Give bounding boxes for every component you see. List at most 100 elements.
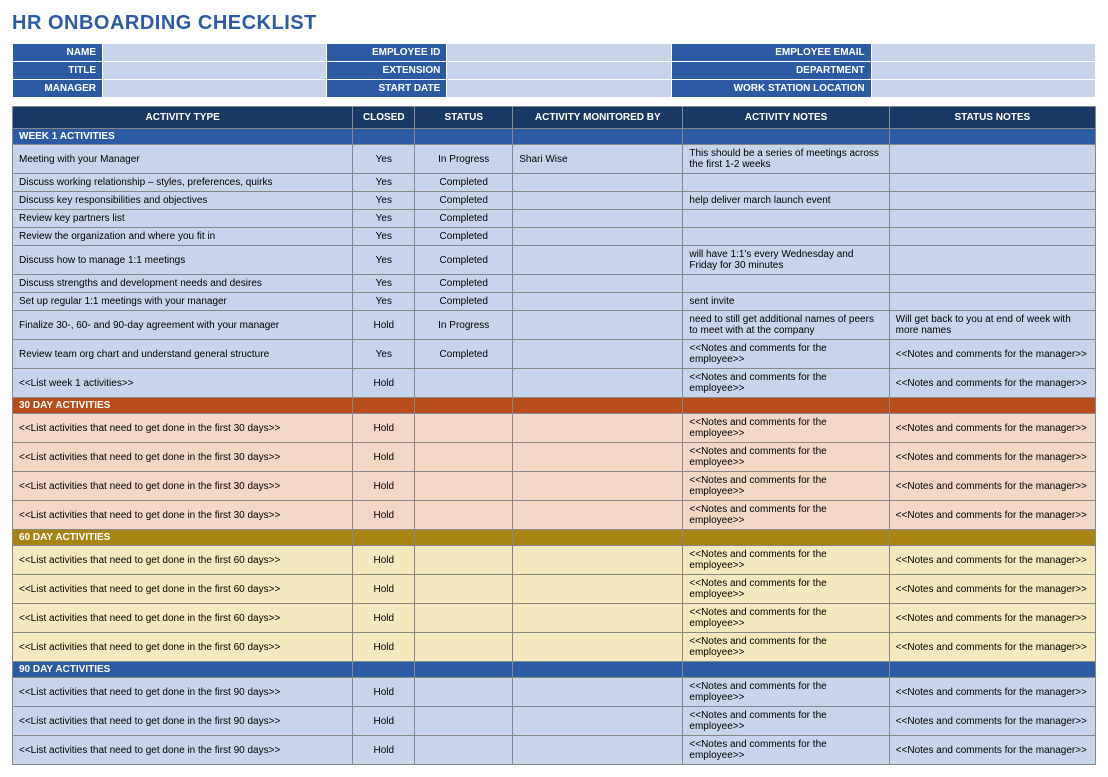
cell-status-notes[interactable]: [889, 210, 1095, 228]
cell-activity[interactable]: <<List activities that need to get done …: [13, 472, 353, 501]
cell-activity[interactable]: <<List activities that need to get done …: [13, 707, 353, 736]
cell-activity-notes[interactable]: <<Notes and comments for the employee>>: [683, 575, 889, 604]
cell-status-notes[interactable]: [889, 174, 1095, 192]
cell-activity-notes[interactable]: <<Notes and comments for the employee>>: [683, 546, 889, 575]
cell-activity[interactable]: <<List activities that need to get done …: [13, 546, 353, 575]
info-value[interactable]: [447, 80, 671, 98]
cell-closed[interactable]: Yes: [353, 192, 415, 210]
cell-status[interactable]: [415, 604, 513, 633]
cell-monitored[interactable]: [513, 174, 683, 192]
cell-status[interactable]: Completed: [415, 174, 513, 192]
cell-activity[interactable]: Review team org chart and understand gen…: [13, 340, 353, 369]
cell-closed[interactable]: Hold: [353, 575, 415, 604]
cell-closed[interactable]: Hold: [353, 678, 415, 707]
cell-monitored[interactable]: [513, 311, 683, 340]
cell-monitored[interactable]: Shari Wise: [513, 145, 683, 174]
cell-status[interactable]: Completed: [415, 275, 513, 293]
cell-closed[interactable]: Hold: [353, 546, 415, 575]
cell-monitored[interactable]: [513, 546, 683, 575]
cell-monitored[interactable]: [513, 707, 683, 736]
info-value[interactable]: [103, 62, 327, 80]
info-value[interactable]: [871, 44, 1095, 62]
cell-status[interactable]: [415, 546, 513, 575]
cell-monitored[interactable]: [513, 275, 683, 293]
cell-activity-notes[interactable]: <<Notes and comments for the employee>>: [683, 443, 889, 472]
cell-monitored[interactable]: [513, 340, 683, 369]
cell-closed[interactable]: Yes: [353, 210, 415, 228]
cell-status[interactable]: Completed: [415, 192, 513, 210]
info-value[interactable]: [103, 80, 327, 98]
cell-activity[interactable]: Finalize 30-, 60- and 90-day agreement w…: [13, 311, 353, 340]
cell-monitored[interactable]: [513, 678, 683, 707]
cell-monitored[interactable]: [513, 633, 683, 662]
cell-activity[interactable]: <<List week 1 activities>>: [13, 369, 353, 398]
cell-monitored[interactable]: [513, 369, 683, 398]
cell-activity[interactable]: Review key partners list: [13, 210, 353, 228]
cell-status-notes[interactable]: <<Notes and comments for the manager>>: [889, 678, 1095, 707]
cell-activity[interactable]: <<List activities that need to get done …: [13, 604, 353, 633]
cell-activity-notes[interactable]: <<Notes and comments for the employee>>: [683, 472, 889, 501]
cell-closed[interactable]: Yes: [353, 340, 415, 369]
cell-activity-notes[interactable]: need to still get additional names of pe…: [683, 311, 889, 340]
cell-activity-notes[interactable]: <<Notes and comments for the employee>>: [683, 604, 889, 633]
cell-closed[interactable]: Yes: [353, 228, 415, 246]
cell-closed[interactable]: Yes: [353, 174, 415, 192]
cell-status-notes[interactable]: <<Notes and comments for the manager>>: [889, 501, 1095, 530]
cell-status[interactable]: [415, 501, 513, 530]
cell-activity[interactable]: Discuss working relationship – styles, p…: [13, 174, 353, 192]
cell-status[interactable]: [415, 633, 513, 662]
cell-closed[interactable]: Hold: [353, 472, 415, 501]
cell-status-notes[interactable]: [889, 275, 1095, 293]
cell-status-notes[interactable]: <<Notes and comments for the manager>>: [889, 546, 1095, 575]
cell-activity[interactable]: Discuss key responsibilities and objecti…: [13, 192, 353, 210]
cell-closed[interactable]: Yes: [353, 145, 415, 174]
cell-closed[interactable]: Hold: [353, 369, 415, 398]
cell-monitored[interactable]: [513, 443, 683, 472]
cell-status[interactable]: In Progress: [415, 311, 513, 340]
cell-closed[interactable]: Yes: [353, 293, 415, 311]
cell-activity-notes[interactable]: <<Notes and comments for the employee>>: [683, 340, 889, 369]
cell-status-notes[interactable]: <<Notes and comments for the manager>>: [889, 369, 1095, 398]
cell-closed[interactable]: Hold: [353, 736, 415, 765]
cell-activity[interactable]: <<List activities that need to get done …: [13, 501, 353, 530]
cell-status[interactable]: Completed: [415, 246, 513, 275]
cell-closed[interactable]: Yes: [353, 275, 415, 293]
cell-activity-notes[interactable]: <<Notes and comments for the employee>>: [683, 369, 889, 398]
cell-status-notes[interactable]: <<Notes and comments for the manager>>: [889, 414, 1095, 443]
cell-activity-notes[interactable]: [683, 210, 889, 228]
cell-monitored[interactable]: [513, 228, 683, 246]
info-value[interactable]: [871, 80, 1095, 98]
cell-status[interactable]: Completed: [415, 293, 513, 311]
cell-activity[interactable]: <<List activities that need to get done …: [13, 736, 353, 765]
cell-status-notes[interactable]: [889, 145, 1095, 174]
cell-status-notes[interactable]: <<Notes and comments for the manager>>: [889, 707, 1095, 736]
cell-monitored[interactable]: [513, 414, 683, 443]
cell-status-notes[interactable]: <<Notes and comments for the manager>>: [889, 472, 1095, 501]
cell-status[interactable]: [415, 472, 513, 501]
cell-status[interactable]: [415, 736, 513, 765]
cell-closed[interactable]: Hold: [353, 604, 415, 633]
cell-monitored[interactable]: [513, 210, 683, 228]
cell-activity[interactable]: Discuss how to manage 1:1 meetings: [13, 246, 353, 275]
info-value[interactable]: [447, 44, 671, 62]
cell-monitored[interactable]: [513, 501, 683, 530]
cell-status-notes[interactable]: <<Notes and comments for the manager>>: [889, 443, 1095, 472]
cell-activity[interactable]: <<List activities that need to get done …: [13, 443, 353, 472]
cell-status[interactable]: [415, 575, 513, 604]
cell-activity-notes[interactable]: <<Notes and comments for the employee>>: [683, 678, 889, 707]
info-value[interactable]: [871, 62, 1095, 80]
cell-closed[interactable]: Yes: [353, 246, 415, 275]
cell-closed[interactable]: Hold: [353, 414, 415, 443]
cell-status-notes[interactable]: <<Notes and comments for the manager>>: [889, 604, 1095, 633]
cell-status-notes[interactable]: <<Notes and comments for the manager>>: [889, 736, 1095, 765]
cell-monitored[interactable]: [513, 293, 683, 311]
cell-closed[interactable]: Hold: [353, 443, 415, 472]
cell-activity-notes[interactable]: [683, 228, 889, 246]
cell-activity-notes[interactable]: will have 1:1's every Wednesday and Frid…: [683, 246, 889, 275]
cell-activity-notes[interactable]: <<Notes and comments for the employee>>: [683, 736, 889, 765]
cell-closed[interactable]: Hold: [353, 633, 415, 662]
cell-status[interactable]: In Progress: [415, 145, 513, 174]
cell-status-notes[interactable]: [889, 293, 1095, 311]
cell-activity-notes[interactable]: <<Notes and comments for the employee>>: [683, 501, 889, 530]
cell-status[interactable]: [415, 678, 513, 707]
